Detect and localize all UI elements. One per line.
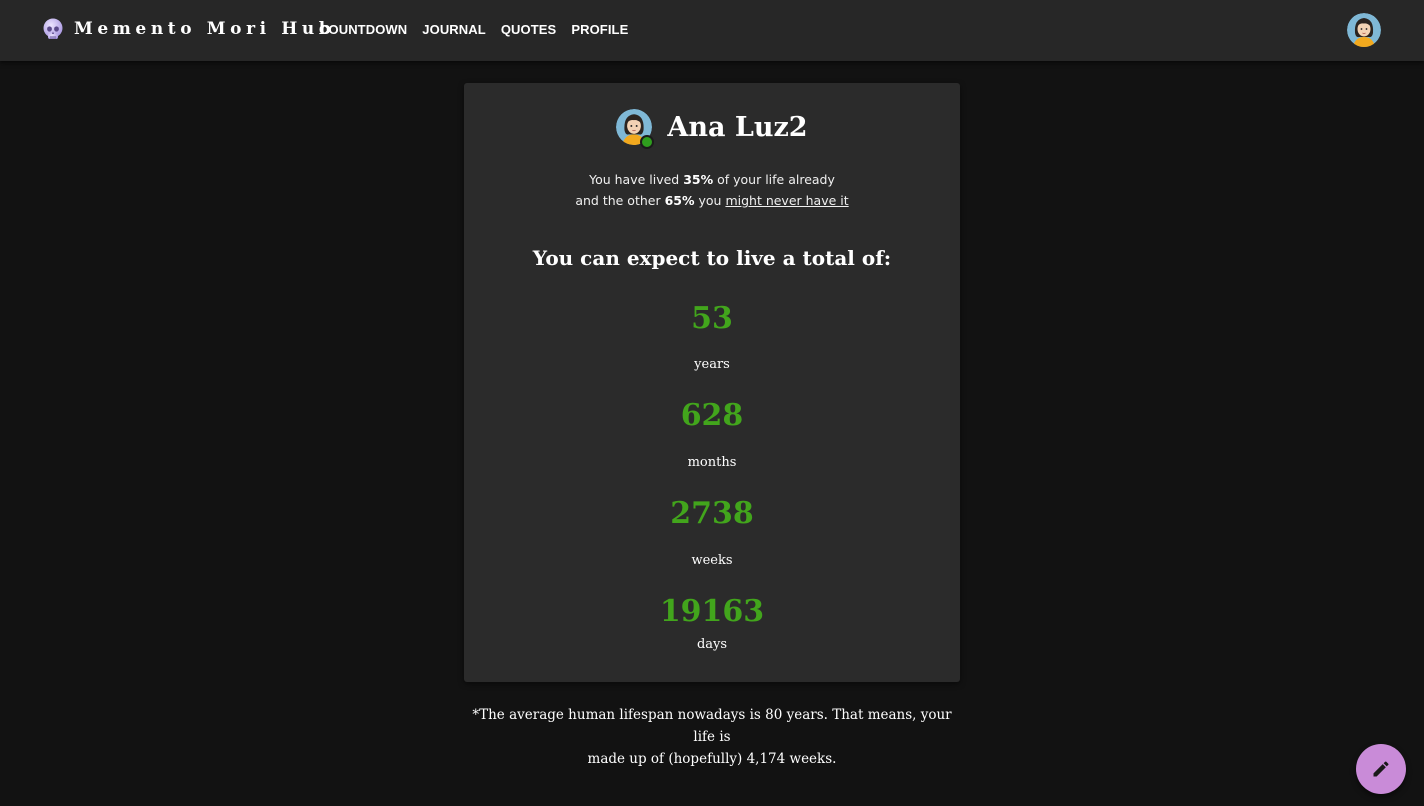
- years-value: 53: [691, 301, 733, 336]
- weeks-value: 2738: [670, 496, 754, 531]
- years-label: years: [694, 357, 730, 372]
- nav-link-quotes[interactable]: QUOTES: [501, 22, 557, 37]
- lifespan-card: Ana Luz2 You have lived 35% of your life…: [464, 83, 960, 682]
- brand-name: Memento Mori Hub: [74, 19, 336, 39]
- edit-fab-button[interactable]: [1356, 744, 1406, 794]
- footnote-line-1: *The average human lifespan nowadays is …: [472, 707, 952, 745]
- lived-line1-suffix: of your life already: [713, 172, 835, 187]
- lived-percent: 35%: [683, 172, 714, 187]
- lived-line2-middle: you: [694, 193, 726, 208]
- nav-link-profile[interactable]: PROFILE: [571, 22, 628, 37]
- nav-link-countdown[interactable]: COUNTDOWN: [319, 22, 407, 37]
- user-avatar-menu[interactable]: [1347, 13, 1381, 47]
- months-value: 628: [680, 398, 744, 433]
- avatar-icon: [1347, 13, 1381, 47]
- nav-link-journal[interactable]: JOURNAL: [422, 22, 486, 37]
- weeks-label: weeks: [691, 553, 733, 568]
- lifespan-footnote: *The average human lifespan nowadays is …: [462, 704, 962, 770]
- skull-icon: [42, 18, 64, 40]
- brand-logo-link[interactable]: Memento Mori Hub: [42, 18, 335, 40]
- profile-name: Ana Luz2: [667, 111, 808, 143]
- days-label: days: [696, 637, 728, 652]
- lived-line2-prefix: and the other: [575, 193, 665, 208]
- expectancy-heading: You can expect to live a total of:: [532, 246, 892, 270]
- pencil-icon: [1373, 761, 1389, 777]
- profile-avatar-wrapper: [616, 109, 655, 149]
- nav-links: COUNTDOWN JOURNAL QUOTES PROFILE: [319, 22, 628, 37]
- days-value: 19163: [659, 594, 765, 629]
- months-label: months: [687, 455, 737, 470]
- profile-header: Ana Luz2: [464, 109, 960, 149]
- might-never-have-it-link[interactable]: might never have it: [725, 193, 848, 208]
- online-status-indicator: [640, 135, 655, 149]
- lived-line1-prefix: You have lived: [589, 172, 684, 187]
- remaining-percent: 65%: [664, 193, 695, 208]
- lived-line-1: You have lived 35% of your life already: [464, 169, 960, 190]
- lived-line-2: and the other 65% you might never have i…: [464, 190, 960, 211]
- top-navbar: Memento Mori Hub COUNTDOWN JOURNAL QUOTE…: [0, 0, 1424, 61]
- footnote-line-2: made up of (hopefully) 4,174 weeks.: [587, 751, 837, 767]
- lived-summary: You have lived 35% of your life already …: [464, 169, 960, 211]
